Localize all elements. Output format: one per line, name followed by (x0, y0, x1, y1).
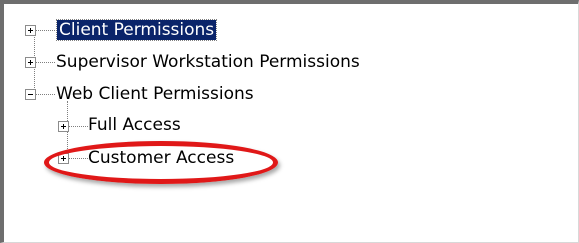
tree-view: Client Permissions Supervisor Workstatio… (0, 0, 579, 243)
tree-connector (36, 30, 55, 31)
tree-connector (36, 94, 55, 95)
tree-item-full-access[interactable]: Full Access (86, 115, 183, 130)
expand-supervisor-workstation-permissions-icon[interactable] (25, 57, 36, 68)
tree-item-web-client-permissions[interactable]: Web Client Permissions (54, 84, 256, 104)
expand-full-access-icon[interactable] (58, 121, 69, 132)
expand-client-permissions-icon[interactable] (25, 25, 36, 36)
tree-item-supervisor-workstation-permissions[interactable]: Supervisor Workstation Permissions (54, 52, 362, 72)
expand-customer-access-icon[interactable] (58, 153, 69, 164)
tree-item-client-permissions[interactable]: Client Permissions (55, 19, 218, 41)
tree-item-customer-access[interactable]: Customer Access (86, 148, 236, 168)
full-access-clip: Full Access (86, 115, 216, 130)
tree-connector (36, 62, 55, 63)
collapse-web-client-permissions-icon[interactable] (25, 89, 36, 100)
